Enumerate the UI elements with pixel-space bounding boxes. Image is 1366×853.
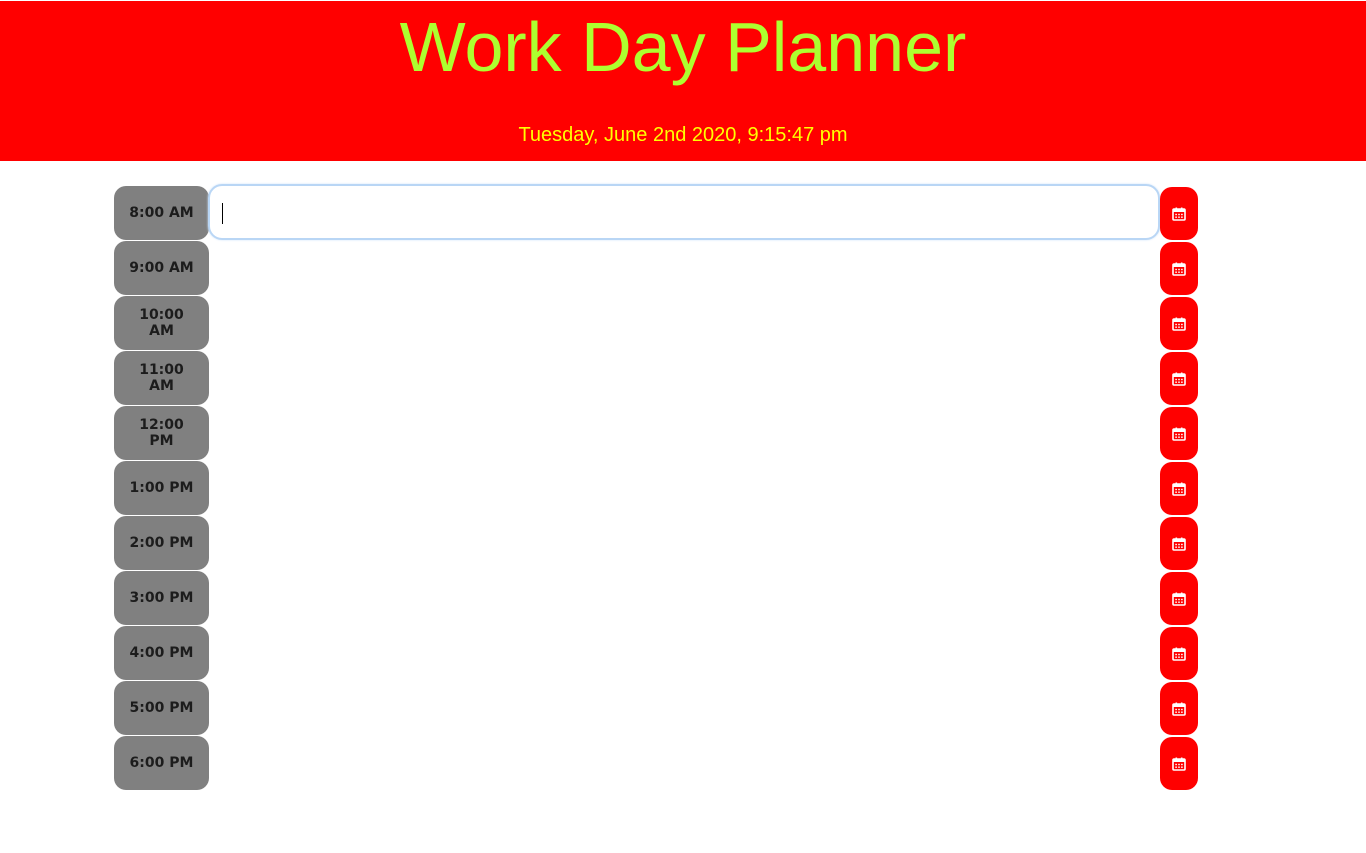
hour-label: 12:00 PM <box>114 406 209 460</box>
save-button[interactable] <box>1160 352 1198 405</box>
task-description-input[interactable] <box>208 184 1160 240</box>
hour-text: 2:00 PM <box>129 535 194 551</box>
calendar-icon <box>1172 262 1186 276</box>
page-header: Work Day Planner Tuesday, June 2nd 2020,… <box>0 1 1366 161</box>
time-block-list: 8:00 AM 9:00 AM 10:00 AM 11:00 AM 12:00 … <box>114 184 1198 791</box>
hour-label: 4:00 PM <box>114 626 209 680</box>
save-button[interactable] <box>1160 517 1198 570</box>
calendar-icon <box>1172 592 1186 606</box>
save-button[interactable] <box>1160 462 1198 515</box>
time-block-row: 12:00 PM <box>114 404 1198 461</box>
calendar-icon <box>1172 537 1186 551</box>
task-description-input[interactable] <box>208 349 1160 405</box>
current-date: Tuesday, June 2nd 2020, 9:15:47 pm <box>518 124 848 146</box>
hour-label: 3:00 PM <box>114 571 209 625</box>
hour-label: 2:00 PM <box>114 516 209 570</box>
hour-label: 5:00 PM <box>114 681 209 735</box>
hour-text: 8:00 AM <box>129 205 194 221</box>
hour-label: 11:00 AM <box>114 351 209 405</box>
task-description-input[interactable] <box>208 239 1160 295</box>
save-button[interactable] <box>1160 187 1198 240</box>
save-button[interactable] <box>1160 297 1198 350</box>
hour-text: 9:00 AM <box>129 260 194 276</box>
calendar-icon <box>1172 647 1186 661</box>
task-description-input[interactable] <box>208 679 1160 735</box>
time-block-row: 3:00 PM <box>114 569 1198 626</box>
time-block-row: 4:00 PM <box>114 624 1198 681</box>
hour-text: 1:00 PM <box>129 480 194 496</box>
time-block-row: 9:00 AM <box>114 239 1198 296</box>
time-block-row: 6:00 PM <box>114 734 1198 791</box>
time-block-row: 8:00 AM <box>114 184 1198 241</box>
calendar-icon <box>1172 757 1186 771</box>
time-block-row: 5:00 PM <box>114 679 1198 736</box>
save-button[interactable] <box>1160 682 1198 735</box>
hour-label: 1:00 PM <box>114 461 209 515</box>
hour-text: 5:00 PM <box>129 700 194 716</box>
page-title: Work Day Planner <box>399 8 967 86</box>
time-block-row: 11:00 AM <box>114 349 1198 406</box>
calendar-icon <box>1172 317 1186 331</box>
calendar-icon <box>1172 702 1186 716</box>
hour-text: 11:00 AM <box>139 362 184 394</box>
hour-text: 12:00 PM <box>139 417 184 449</box>
hour-text: 3:00 PM <box>129 590 194 606</box>
task-description-input[interactable] <box>208 404 1160 460</box>
calendar-icon <box>1172 482 1186 496</box>
hour-label: 10:00 AM <box>114 296 209 350</box>
hour-label: 9:00 AM <box>114 241 209 295</box>
time-block-row: 1:00 PM <box>114 459 1198 516</box>
task-description-input[interactable] <box>208 294 1160 350</box>
save-button[interactable] <box>1160 572 1198 625</box>
calendar-icon <box>1172 372 1186 386</box>
hour-text: 4:00 PM <box>129 645 194 661</box>
calendar-icon <box>1172 207 1186 221</box>
save-button[interactable] <box>1160 627 1198 680</box>
task-description-input[interactable] <box>208 569 1160 625</box>
save-button[interactable] <box>1160 242 1198 295</box>
hour-text: 6:00 PM <box>129 755 194 771</box>
task-description-input[interactable] <box>208 624 1160 680</box>
calendar-icon <box>1172 427 1186 441</box>
task-description-input[interactable] <box>208 734 1160 790</box>
task-description-input[interactable] <box>208 459 1160 515</box>
save-button[interactable] <box>1160 407 1198 460</box>
time-block-row: 10:00 AM <box>114 294 1198 351</box>
hour-label: 8:00 AM <box>114 186 209 240</box>
time-block-row: 2:00 PM <box>114 514 1198 571</box>
hour-text: 10:00 AM <box>139 307 184 339</box>
hour-label: 6:00 PM <box>114 736 209 790</box>
save-button[interactable] <box>1160 737 1198 790</box>
text-cursor <box>222 203 223 224</box>
task-description-input[interactable] <box>208 514 1160 570</box>
